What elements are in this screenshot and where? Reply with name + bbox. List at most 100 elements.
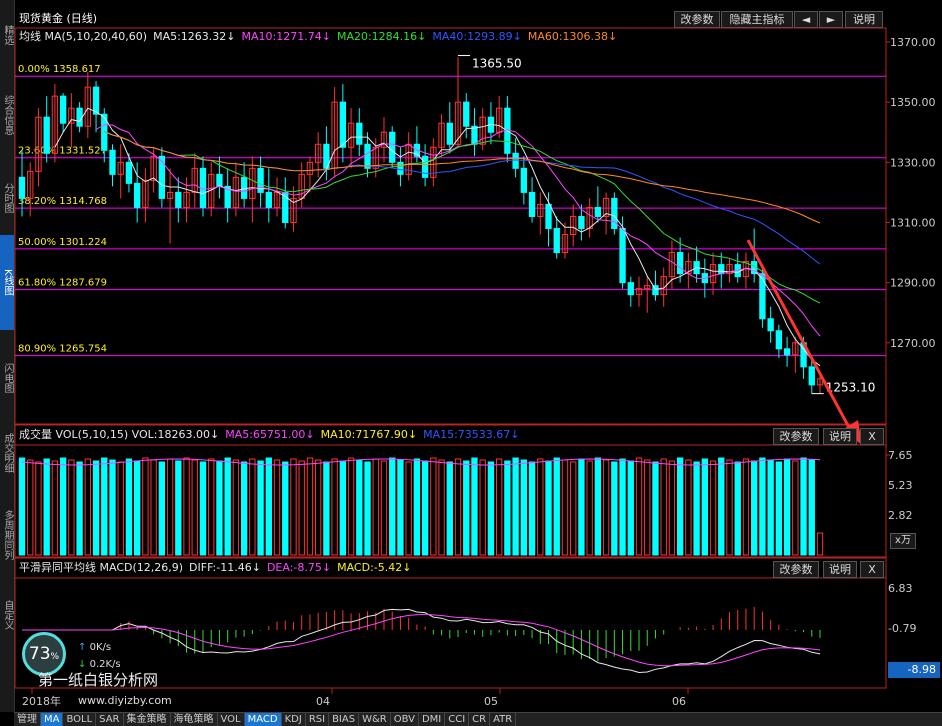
volume-bar [298, 460, 305, 556]
volume-bar [471, 457, 478, 556]
fib-label: 80.90% 1265.754 [18, 344, 107, 355]
volume-bar [718, 457, 725, 556]
volume-bar [693, 461, 700, 556]
indicator-tab-vol[interactable]: VOL [218, 713, 245, 726]
volume-bar [594, 457, 602, 556]
macd-help-button[interactable]: 说明 [823, 561, 857, 578]
volume-bar [372, 458, 379, 556]
indicator-tab-cr[interactable]: CR [469, 713, 491, 726]
high-label: 1365.50 [472, 57, 522, 71]
volume-bar [76, 461, 83, 556]
candle-body [421, 155, 429, 178]
volume-bar [380, 460, 388, 556]
volume-bar [421, 460, 429, 556]
volume-bar [520, 459, 528, 556]
volume-bar [578, 458, 585, 556]
volume-bar [109, 459, 116, 556]
indicator-tab-bias[interactable]: BIAS [329, 713, 360, 726]
indicator-tab-ma[interactable]: MA [41, 713, 64, 726]
volume-bar [800, 457, 807, 556]
volume-bar [808, 459, 815, 556]
indicator-tab-cci[interactable]: CCI [445, 713, 470, 726]
upload-speed: 0K/s [89, 642, 112, 653]
volume-bar [150, 459, 157, 556]
volume-axis-label: 2.82 [888, 509, 913, 522]
volume-bar [759, 457, 766, 556]
macd-current-value: -8.98 [888, 662, 940, 678]
price-axis-label: 1290.00 [890, 277, 936, 290]
indicator-tab-wr[interactable]: W&R [359, 713, 391, 726]
volume-bar [512, 457, 519, 556]
volume-bar [240, 461, 248, 556]
volume-bar [742, 458, 750, 556]
indicator-tab-dmi[interactable]: DMI [419, 713, 446, 726]
volume-bar [454, 458, 462, 556]
candle-body [594, 206, 602, 217]
candle-body [520, 167, 528, 193]
indicator-tab-macd[interactable]: MACD [244, 713, 282, 726]
volume-bar [627, 460, 634, 556]
indicator-tab-obv[interactable]: OBV [391, 713, 419, 726]
macd-diff-line [22, 608, 821, 674]
indicator-tab-kdj[interactable]: KDJ [282, 713, 306, 726]
volume-bar [43, 458, 50, 556]
indicator-tab-boll[interactable]: BOLL [63, 713, 97, 726]
volume-bar [751, 460, 758, 556]
volume-bar [463, 460, 470, 556]
candle-body [783, 348, 791, 356]
indicator-tab-0[interactable]: 管理 [14, 713, 41, 726]
volume-bar [487, 461, 495, 556]
fib-label: 50.00% 1301.224 [18, 237, 107, 248]
macd-close-button[interactable]: X [860, 561, 884, 578]
volume-bar [323, 461, 330, 556]
volume-close-button[interactable]: X [860, 428, 884, 445]
volume-bar [166, 458, 174, 556]
indicator-tab-atr[interactable]: ATR [490, 713, 517, 726]
indicator-tab-sar[interactable]: SAR [96, 713, 124, 726]
upload-arrow-icon: ↑ [78, 642, 87, 653]
volume-bar [92, 460, 100, 556]
candle-body [43, 116, 50, 154]
candle-body [158, 155, 166, 199]
volume-bar [619, 458, 626, 556]
macd-edit-params-button[interactable]: 改参数 [773, 561, 819, 578]
volume-bar [142, 457, 149, 556]
volume-bar [709, 460, 717, 556]
price-axis-label: 1370.00 [890, 36, 936, 49]
volume-help-button[interactable]: 说明 [823, 428, 857, 445]
volume-bar [676, 457, 684, 556]
indicator-tab-5[interactable]: 海龟策略 [171, 713, 218, 726]
volume-unit-box[interactable]: x万 [890, 533, 916, 549]
volume-bar [282, 461, 289, 556]
volume-bar [726, 459, 733, 556]
candle-body [767, 318, 774, 332]
volume-bar [290, 458, 297, 556]
volume-bar [216, 460, 223, 556]
volume-bar [430, 457, 437, 556]
volume-bar [504, 460, 511, 556]
candle-body [627, 282, 634, 296]
volume-bar [158, 461, 166, 556]
indicator-tab-4[interactable]: 集金策略 [124, 713, 171, 726]
volume-bar [734, 461, 741, 556]
volume-bar [537, 458, 544, 556]
kline-chart[interactable]: 1370.00 1350.00 1330.00 1310.00 1290.00 1270.… [0, 0, 942, 712]
volume-bar [602, 459, 610, 556]
candle-body [240, 176, 248, 199]
volume-edit-params-button[interactable]: 改参数 [773, 428, 819, 445]
candle-body [512, 152, 519, 169]
vol-legend-item-2: MA10:71767.90↓ [320, 428, 418, 441]
volume-bar [701, 458, 708, 556]
candle-body [718, 264, 725, 275]
macd-legend-item-1: DIFF:-11.46↓ [189, 561, 261, 574]
indicator-tab-rsi[interactable]: RSI [306, 713, 330, 726]
volume-bar [553, 457, 560, 556]
volume-bar [175, 460, 182, 556]
download-arrow-icon: ↓ [78, 659, 87, 670]
volume-bar [586, 460, 593, 556]
trend-arrow-line [746, 239, 854, 434]
volume-bar [635, 457, 643, 556]
volume-bar [314, 459, 322, 556]
candle-body [545, 203, 552, 229]
candle-body [446, 122, 453, 145]
